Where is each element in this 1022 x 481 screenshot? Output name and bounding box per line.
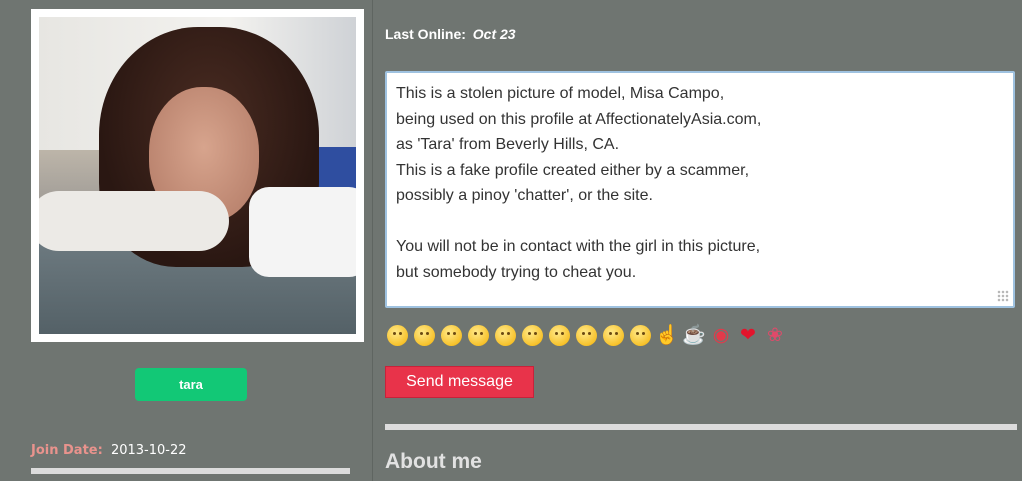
message-line	[396, 209, 1004, 235]
message-line: being used on this profile at Affectiona…	[396, 110, 762, 128]
message-line: This is a stolen picture of model, Misa …	[396, 85, 725, 102]
rose-emoji-icon[interactable]: ❀	[763, 323, 787, 347]
join-date-value: 2013-10-22	[110, 443, 187, 458]
message-textarea[interactable]: This is a stolen picture of model, Misa …	[385, 71, 1015, 308]
section-divider	[385, 424, 1017, 430]
message-line: This is a fake profile created either by…	[396, 161, 750, 179]
neutral-emoji-icon[interactable]	[493, 323, 517, 347]
thumb-emoji-icon[interactable]: ☝	[655, 323, 679, 347]
message-line: You will not be in contact with the girl…	[396, 238, 761, 255]
profile-photo-frame	[31, 9, 364, 342]
blush-emoji-icon[interactable]	[412, 323, 436, 347]
heart-emoji-icon[interactable]: ❤	[736, 323, 760, 347]
resize-grip-icon[interactable]	[997, 290, 1009, 302]
join-date-label: Join Date:	[31, 443, 103, 458]
tired-emoji-icon[interactable]	[547, 323, 571, 347]
message-line: but somebody trying to cheat you.	[396, 263, 637, 281]
smile-emoji-icon[interactable]	[385, 323, 409, 347]
message-line: possibly a pinoy 'chatter', or the site.	[396, 187, 653, 204]
about-me-heading: About me	[385, 450, 482, 473]
profile-photo[interactable]	[39, 17, 356, 334]
emoji-picker: ☝ ☕ ◉ ❤ ❀	[385, 323, 787, 347]
sad-emoji-icon[interactable]	[628, 323, 652, 347]
column-divider	[372, 0, 373, 481]
frown-emoji-icon[interactable]	[520, 323, 544, 347]
lips-emoji-icon[interactable]: ◉	[709, 323, 733, 347]
laughing-emoji-icon[interactable]	[574, 323, 598, 347]
profile-sidebar: tara Join Date: 2013-10-22	[0, 0, 372, 481]
profile-name-button[interactable]: tara	[135, 368, 247, 401]
surprised-emoji-icon[interactable]	[466, 323, 490, 347]
message-line: as 'Tara' from Beverly Hills, CA.	[396, 136, 620, 153]
last-online-value: Oct 23	[472, 26, 516, 42]
tongue-emoji-icon[interactable]	[601, 323, 625, 347]
last-online: Last Online: Oct 23	[385, 26, 516, 42]
drink-emoji-icon[interactable]: ☕	[682, 323, 706, 347]
grimace-emoji-icon[interactable]	[439, 323, 463, 347]
last-online-label: Last Online:	[385, 26, 466, 42]
join-date-row: Join Date: 2013-10-22	[31, 443, 187, 458]
send-message-button[interactable]: Send message	[385, 366, 534, 398]
sidebar-divider	[31, 468, 350, 474]
